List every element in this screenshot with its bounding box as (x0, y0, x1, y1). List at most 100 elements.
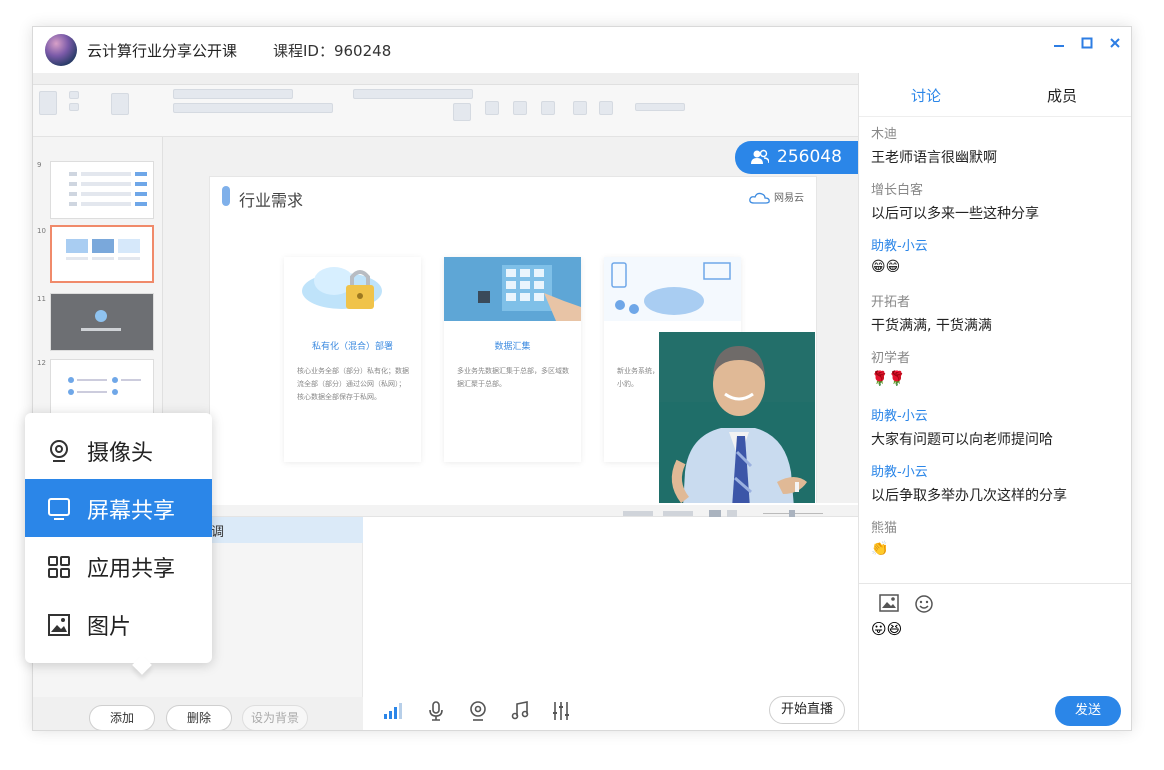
chat-panel: 讨论 成员 木迪 王老师语言很幽默啊 增长白客 以后可以多来一些这种分享 助教-… (858, 73, 1131, 730)
tab-members[interactable]: 成员 (1047, 85, 1077, 106)
music-icon[interactable] (511, 701, 529, 726)
minimize-button[interactable] (1049, 35, 1069, 55)
message-author: 增长白客 (871, 183, 924, 198)
thumbnail-table-icon (69, 172, 147, 206)
slide-title: 行业需求 (239, 191, 304, 210)
slide-thumbnail[interactable] (50, 359, 154, 417)
chat-message: 熊猫 👏 (871, 517, 1126, 557)
paste-icon (39, 91, 57, 115)
message-text: 大家有问题可以向老师提问哈 (871, 432, 1053, 448)
message-text: 👏 (871, 541, 889, 557)
ppt-menu-row (33, 73, 858, 85)
card-text: 核心业务全部（部分）私有化；数据流全部（部分）通过公网（私网）；核心数据全部保存… (297, 367, 409, 401)
screen-icon (48, 498, 70, 520)
apps-grid-icon (48, 556, 70, 578)
menu-item-camera[interactable]: 摄像头 (25, 421, 212, 479)
cloud-lock-icon (302, 267, 382, 309)
card-title: 数据汇集 (494, 342, 531, 352)
cloud-logo-icon (749, 192, 770, 204)
message-author: 木迪 (871, 127, 898, 142)
paragraph-toolbar (353, 89, 473, 99)
chat-message: 开拓者 干货满满, 干货满满 (871, 291, 1126, 335)
share-menu: 摄像头 屏幕共享 应用共享 图片 (25, 413, 212, 675)
font-toolbar (173, 103, 333, 113)
source-item-label: 调 (211, 525, 225, 540)
textbox-icon (541, 101, 555, 115)
menu-item-label: 屏幕共享 (87, 499, 176, 524)
audience-count: 256048 (777, 147, 842, 167)
add-button[interactable]: 添加 (89, 705, 155, 730)
maximize-button[interactable] (1077, 35, 1097, 55)
maximize-icon (1081, 37, 1093, 49)
tab-discussion[interactable]: 讨论 (911, 85, 941, 106)
shape-icon (513, 101, 527, 115)
slide-logo-text: 网易云 (774, 193, 804, 204)
message-author: 助教-小云 (871, 409, 928, 424)
ppt-ribbon (33, 73, 858, 137)
source-footer: 添加 删除 设为背景 (33, 697, 363, 730)
message-text: 干货满满, 干货满满 (871, 318, 992, 334)
thumbnail-number: 11 (37, 295, 46, 303)
smartart-icon (453, 103, 471, 121)
menu-item-screen-share[interactable]: 屏幕共享 (25, 479, 212, 537)
compose-input[interactable]: 😛😆 (871, 620, 902, 638)
menu-item-picture[interactable]: 图片 (25, 595, 212, 653)
avatar[interactable] (45, 34, 77, 66)
signal-icon[interactable] (383, 701, 403, 724)
minimize-icon (1054, 45, 1064, 47)
slide-card-data: 数据汇集 多业务先数据汇集于总部，多区域数据汇聚于总部。 (444, 257, 581, 462)
thumbnail-list-icon (68, 377, 141, 395)
camera-icon[interactable] (469, 701, 487, 726)
chat-compose: 😛😆 发送 (859, 583, 1131, 730)
chat-message: 初学者 🌹🌹 (871, 347, 1126, 387)
slide-thumbnail[interactable] (50, 293, 154, 351)
live-toolbar: 开始直播 (363, 693, 858, 730)
new-slide-icon (111, 93, 129, 115)
course-id: 课程ID：960248 (273, 42, 392, 60)
ppt-status-bar (163, 505, 858, 517)
set-background-button[interactable]: 设为背景 (242, 705, 308, 730)
menu-item-label: 摄像头 (87, 441, 154, 466)
copy-icon (69, 103, 79, 111)
shape-fill-option (635, 103, 685, 111)
close-button[interactable] (1105, 35, 1125, 55)
message-text: 以后争取多举办几次这样的分享 (871, 488, 1067, 504)
audience-counter: 256048 (735, 141, 858, 174)
chat-tabs: 讨论 成员 (859, 73, 1131, 117)
quick-style-icon (599, 101, 613, 115)
slide-thumbnail[interactable] (50, 161, 154, 219)
font-select (173, 89, 293, 99)
emoji-icon[interactable] (914, 594, 934, 618)
microphone-icon[interactable] (427, 701, 445, 726)
mixer-icon[interactable] (551, 701, 571, 726)
slide-title-accent (222, 186, 230, 206)
menu-item-label: 应用共享 (87, 557, 176, 582)
message-text: 😁😁 (871, 259, 901, 275)
message-author: 熊猫 (871, 521, 898, 536)
chat-message: 助教-小云 大家有问题可以向老师提问哈 (871, 405, 1126, 449)
thumbnail-number: 9 (37, 161, 42, 169)
start-live-button[interactable]: 开始直播 (769, 696, 845, 724)
card-text: 多业务先数据汇集于总部，多区域数据汇聚于总部。 (457, 367, 569, 388)
slide-logo: 网易云 (749, 189, 804, 204)
message-text: 以后可以多来一些这种分享 (871, 206, 1039, 222)
close-icon (1110, 38, 1120, 48)
image-icon (48, 614, 70, 636)
card-title: 私有化（混合）部署 (311, 342, 393, 352)
send-button[interactable]: 发送 (1055, 696, 1121, 726)
cut-icon (69, 91, 79, 99)
image-icon[interactable] (879, 594, 899, 616)
devices-cloud-icon (604, 257, 741, 321)
menu-item-label: 图片 (87, 615, 132, 640)
thumbnail-cards-icon (66, 239, 140, 260)
slide-thumbnail-selected[interactable] (50, 225, 154, 283)
message-text: 🌹🌹 (871, 371, 906, 387)
chat-message: 木迪 王老师语言很幽默啊 (871, 123, 1126, 167)
thumbnail-cloud-icon (81, 310, 121, 331)
menu-item-app-share[interactable]: 应用共享 (25, 537, 212, 595)
chat-message: 助教-小云 😁😁 (871, 235, 1126, 275)
message-author: 助教-小云 (871, 239, 928, 254)
arrange-icon (573, 101, 587, 115)
delete-button[interactable]: 删除 (166, 705, 232, 730)
message-author: 开拓者 (871, 295, 911, 310)
